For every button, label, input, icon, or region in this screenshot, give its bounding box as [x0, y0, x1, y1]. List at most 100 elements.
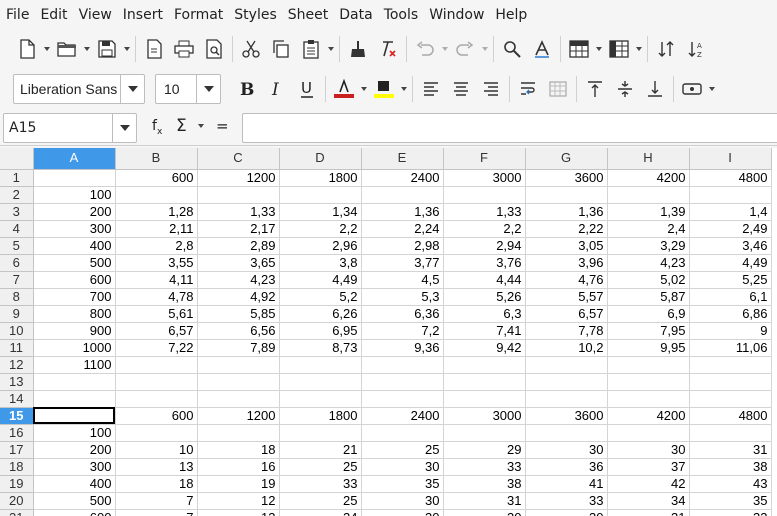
cell-e18[interactable]: 30 [361, 458, 444, 476]
cell-d21[interactable]: 24 [279, 509, 362, 516]
cell-c21[interactable]: 13 [197, 509, 280, 516]
cell-d20[interactable]: 25 [279, 492, 362, 510]
cell-b15[interactable]: 600 [115, 407, 198, 425]
cell-e10[interactable]: 7,2 [361, 322, 444, 340]
cell-d16[interactable] [279, 424, 362, 442]
name-box[interactable]: A15 [3, 113, 137, 143]
cell-c6[interactable]: 3,65 [197, 254, 280, 272]
cell-i8[interactable]: 6,1 [689, 288, 772, 306]
column-header-c[interactable]: C [197, 148, 280, 170]
cell-b8[interactable]: 4,78 [115, 288, 198, 306]
row-header-5[interactable]: 5 [0, 237, 34, 255]
print-preview-icon[interactable] [199, 34, 229, 64]
menu-sheet[interactable]: Sheet [284, 0, 332, 30]
cell-c16[interactable] [197, 424, 280, 442]
cell-b18[interactable]: 13 [115, 458, 198, 476]
cell-d6[interactable]: 3,8 [279, 254, 362, 272]
row-header-3[interactable]: 3 [0, 203, 34, 221]
new-dropdown[interactable] [42, 34, 52, 64]
cell-d3[interactable]: 1,34 [279, 203, 362, 221]
cell-g19[interactable]: 41 [525, 475, 608, 493]
cell-i19[interactable]: 43 [689, 475, 772, 493]
merge-cells-icon[interactable] [543, 74, 573, 104]
cell-i11[interactable]: 11,06 [689, 339, 772, 357]
font-size-dropdown[interactable] [196, 75, 220, 103]
row-header-13[interactable]: 13 [0, 373, 34, 391]
cell-i17[interactable]: 31 [689, 441, 772, 459]
cell-h6[interactable]: 4,23 [607, 254, 690, 272]
cell-d12[interactable] [279, 356, 362, 374]
cell-i9[interactable]: 6,86 [689, 305, 772, 323]
cell-a15[interactable] [33, 407, 116, 425]
cell-b10[interactable]: 6,57 [115, 322, 198, 340]
cell-i18[interactable]: 38 [689, 458, 772, 476]
cell-h16[interactable] [607, 424, 690, 442]
cell-d2[interactable] [279, 186, 362, 204]
cell-h1[interactable]: 4200 [607, 169, 690, 187]
cell-c19[interactable]: 19 [197, 475, 280, 493]
cell-i13[interactable] [689, 373, 772, 391]
spelling-icon[interactable] [527, 34, 557, 64]
cell-b13[interactable] [115, 373, 198, 391]
paste-dropdown[interactable] [326, 34, 336, 64]
cell-e1[interactable]: 2400 [361, 169, 444, 187]
column-header-a[interactable]: A [33, 148, 116, 170]
font-color-icon[interactable] [329, 74, 359, 104]
cell-d15[interactable]: 1800 [279, 407, 362, 425]
column-dropdown[interactable] [634, 34, 644, 64]
cell-h19[interactable]: 42 [607, 475, 690, 493]
cell-g11[interactable]: 10,2 [525, 339, 608, 357]
highlight-color-icon[interactable] [369, 74, 399, 104]
cell-d17[interactable]: 21 [279, 441, 362, 459]
cell-c17[interactable]: 18 [197, 441, 280, 459]
cell-b20[interactable]: 7 [115, 492, 198, 510]
cell-g2[interactable] [525, 186, 608, 204]
cell-e12[interactable] [361, 356, 444, 374]
cell-a10[interactable]: 900 [33, 322, 116, 340]
formula-input[interactable] [242, 113, 777, 143]
cell-c7[interactable]: 4,23 [197, 271, 280, 289]
cell-e6[interactable]: 3,77 [361, 254, 444, 272]
cell-b4[interactable]: 2,11 [115, 220, 198, 238]
cell-e2[interactable] [361, 186, 444, 204]
row-header-4[interactable]: 4 [0, 220, 34, 238]
cell-a3[interactable]: 200 [33, 203, 116, 221]
sum-icon[interactable]: Σ [176, 116, 187, 136]
sum-dropdown[interactable] [198, 119, 208, 133]
center-vertically-icon[interactable] [610, 74, 640, 104]
cell-c3[interactable]: 1,33 [197, 203, 280, 221]
cell-c15[interactable]: 1200 [197, 407, 280, 425]
formula-icon[interactable]: = [216, 117, 229, 135]
cell-f3[interactable]: 1,33 [443, 203, 526, 221]
cell-f21[interactable]: 30 [443, 509, 526, 516]
cell-c1[interactable]: 1200 [197, 169, 280, 187]
cell-c8[interactable]: 4,92 [197, 288, 280, 306]
cell-a5[interactable]: 400 [33, 237, 116, 255]
export-pdf-icon[interactable] [139, 34, 169, 64]
cell-g6[interactable]: 3,96 [525, 254, 608, 272]
cell-h7[interactable]: 5,02 [607, 271, 690, 289]
cell-i3[interactable]: 1,4 [689, 203, 772, 221]
row-header-2[interactable]: 2 [0, 186, 34, 204]
cell-i1[interactable]: 4800 [689, 169, 772, 187]
row-header-9[interactable]: 9 [0, 305, 34, 323]
cell-i6[interactable]: 4,49 [689, 254, 772, 272]
cell-d9[interactable]: 6,26 [279, 305, 362, 323]
font-size-value[interactable]: 10 [156, 75, 196, 103]
function-wizard-icon[interactable]: fx [152, 118, 162, 137]
row-header-7[interactable]: 7 [0, 271, 34, 289]
cell-g20[interactable]: 33 [525, 492, 608, 510]
cell-f10[interactable]: 7,41 [443, 322, 526, 340]
align-center-icon[interactable] [446, 74, 476, 104]
align-left-icon[interactable] [416, 74, 446, 104]
align-bottom-icon[interactable] [640, 74, 670, 104]
select-all-corner[interactable] [0, 148, 34, 170]
cell-f11[interactable]: 9,42 [443, 339, 526, 357]
cell-h11[interactable]: 9,95 [607, 339, 690, 357]
cell-e13[interactable] [361, 373, 444, 391]
cell-f7[interactable]: 4,44 [443, 271, 526, 289]
menu-tools[interactable]: Tools [380, 0, 423, 30]
cell-e5[interactable]: 2,98 [361, 237, 444, 255]
cell-e17[interactable]: 25 [361, 441, 444, 459]
cell-a17[interactable]: 200 [33, 441, 116, 459]
